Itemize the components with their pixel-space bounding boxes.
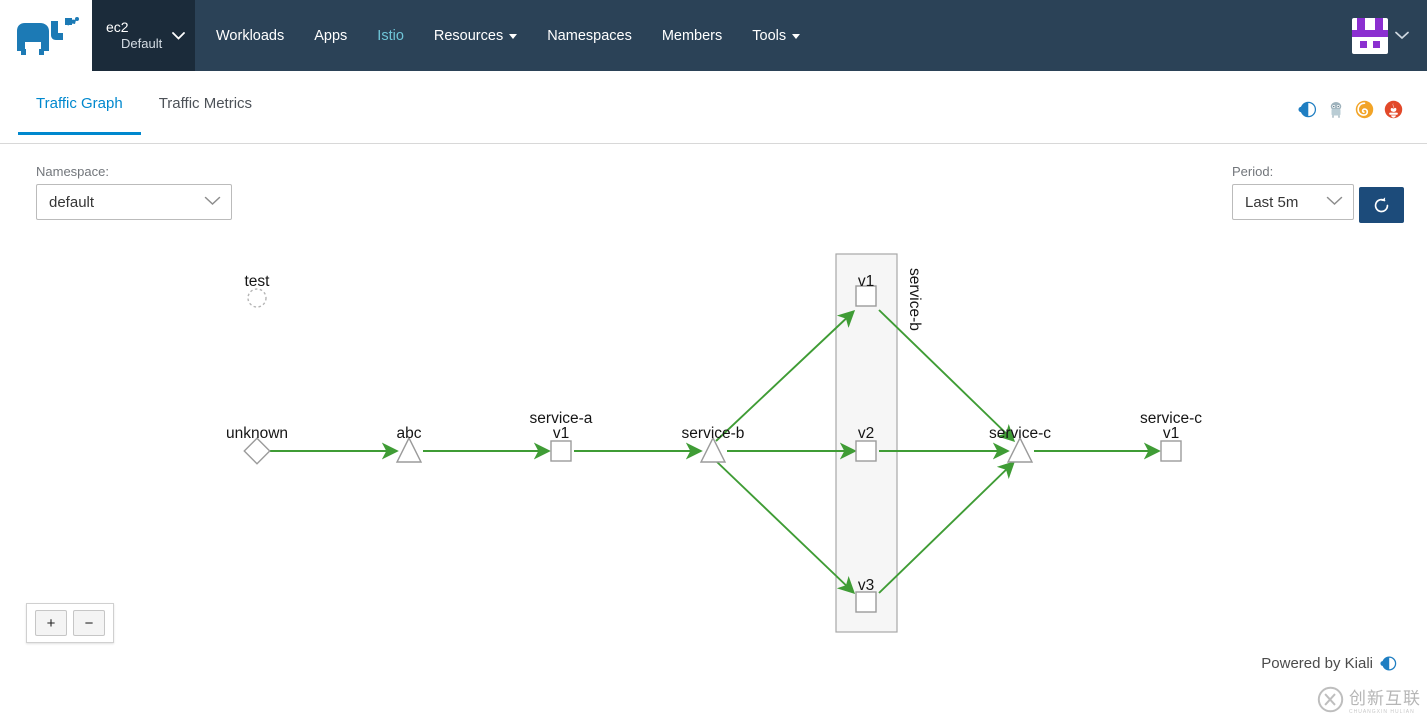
- chevron-down-icon[interactable]: [1395, 27, 1409, 45]
- group-box-label-service-b: service-b: [906, 268, 923, 331]
- node-sublabel-service-c-v1: v1: [1163, 425, 1179, 442]
- cx-circle-icon: [1317, 686, 1344, 713]
- period-select[interactable]: Last 5m: [1232, 184, 1354, 220]
- period-label: Period:: [1232, 164, 1274, 179]
- navbar-right: [1352, 0, 1427, 71]
- namespace-filter: Namespace: default: [36, 164, 232, 220]
- nav-item-label: Apps: [314, 27, 348, 44]
- nav-item-label: Namespaces: [547, 27, 632, 44]
- nav-item-label: Workloads: [216, 27, 285, 44]
- tab-traffic-graph[interactable]: Traffic Graph: [18, 95, 141, 135]
- cluster-selector[interactable]: ec2 Default: [92, 0, 195, 71]
- chevron-down-icon: [204, 193, 221, 211]
- node-label-sb-v2: v2: [858, 425, 874, 442]
- graph-node-service-b-v2[interactable]: [855, 440, 877, 462]
- node-label-service-b: service-b: [682, 425, 745, 442]
- nav-menu: Workloads Apps Istio Resources Namespace…: [201, 0, 815, 71]
- graph-node-service-c-v1[interactable]: [1160, 440, 1182, 462]
- graph-node-service-b-v3[interactable]: [855, 591, 877, 613]
- jaeger-icon[interactable]: [1327, 100, 1345, 119]
- edge-service-b-v1: [715, 310, 856, 442]
- nav-item-label: Members: [661, 27, 723, 44]
- nav-item-label: Resources: [433, 27, 504, 44]
- external-links: [1298, 100, 1403, 119]
- graph-node-test[interactable]: [247, 288, 267, 308]
- nav-item-label: Istio: [377, 27, 404, 44]
- zoom-in-button[interactable]: +: [35, 610, 67, 636]
- avatar-dot-right: [1373, 40, 1380, 48]
- watermark-text: 创新互联: [1349, 689, 1421, 708]
- chevron-down-icon: [1326, 193, 1343, 211]
- rancher-bull-logo-icon: [17, 16, 79, 55]
- nav-item-workloads[interactable]: Workloads: [201, 0, 299, 71]
- node-label-abc: abc: [397, 425, 422, 442]
- tab-traffic-metrics[interactable]: Traffic Metrics: [141, 95, 270, 135]
- top-navbar: ec2 Default Workloads Apps Istio Resourc…: [0, 0, 1427, 71]
- node-label-test: test: [245, 273, 271, 290]
- nav-item-namespaces[interactable]: Namespaces: [532, 0, 647, 71]
- kiali-icon[interactable]: [1298, 100, 1317, 119]
- refresh-button[interactable]: [1359, 187, 1404, 223]
- tab-label: Traffic Metrics: [158, 95, 253, 112]
- app-logo[interactable]: [0, 0, 92, 71]
- node-label-sb-v3: v3: [858, 577, 874, 594]
- cluster-subtitle: Default: [121, 36, 163, 52]
- edge-v3-service-c: [878, 461, 1016, 594]
- grafana-icon[interactable]: [1355, 100, 1374, 119]
- avatar-bar: [1352, 29, 1388, 37]
- graph-node-unknown[interactable]: [243, 437, 271, 465]
- period-filter: Period: Last 5m: [1232, 164, 1354, 220]
- tab-bar: Traffic Graph Traffic Metrics: [0, 71, 1427, 144]
- namespace-value: default: [49, 193, 95, 211]
- nav-item-istio[interactable]: Istio: [362, 0, 419, 71]
- tab-label: Traffic Graph: [36, 95, 123, 112]
- nav-item-label: Tools: [752, 27, 787, 44]
- avatar-notch-right: [1375, 17, 1383, 30]
- tab-list: Traffic Graph Traffic Metrics: [18, 95, 270, 135]
- node-sublabel-service-a-v1: v1: [553, 425, 569, 442]
- avatar-notch-left: [1357, 17, 1365, 30]
- chevron-down-icon: [509, 34, 518, 39]
- namespace-label: Namespace:: [36, 164, 109, 179]
- node-label-sb-v1: v1: [858, 273, 874, 290]
- graph-node-service-a-v1[interactable]: [550, 440, 572, 462]
- avatar-dot-left: [1360, 40, 1367, 48]
- kiali-icon: [1380, 656, 1397, 671]
- zoom-controls: + −: [26, 603, 114, 643]
- node-label-service-c: service-c: [989, 425, 1051, 442]
- cluster-name: ec2: [106, 18, 129, 35]
- nav-item-apps[interactable]: Apps: [299, 0, 362, 71]
- zoom-out-button[interactable]: −: [73, 610, 105, 636]
- nav-item-resources[interactable]: Resources: [419, 0, 532, 71]
- footer-text: Powered by Kiali: [1261, 655, 1373, 672]
- cluster-text: ec2 Default: [106, 19, 162, 53]
- chevron-down-icon: [172, 27, 185, 45]
- traffic-graph-canvas[interactable]: test unknown abc service-a v1 service-b …: [0, 230, 1427, 660]
- watermark-subtext: CHUANGXIN HULIAN: [1349, 709, 1415, 715]
- node-label-unknown: unknown: [226, 425, 288, 442]
- edge-v1-service-c: [878, 309, 1016, 442]
- watermark: 创新互联 CHUANGXIN HULIAN: [1317, 684, 1421, 715]
- refresh-icon: [1374, 196, 1389, 212]
- period-value: Last 5m: [1245, 193, 1299, 211]
- chevron-down-icon: [792, 34, 801, 39]
- user-avatar-grid-icon[interactable]: [1352, 17, 1388, 54]
- edge-service-b-v3: [715, 460, 856, 594]
- nav-item-tools[interactable]: Tools: [737, 0, 815, 71]
- nav-item-members[interactable]: Members: [647, 0, 737, 71]
- footer: Powered by Kiali: [1261, 655, 1397, 672]
- namespace-select[interactable]: default: [36, 184, 232, 220]
- prometheus-icon[interactable]: [1384, 100, 1403, 119]
